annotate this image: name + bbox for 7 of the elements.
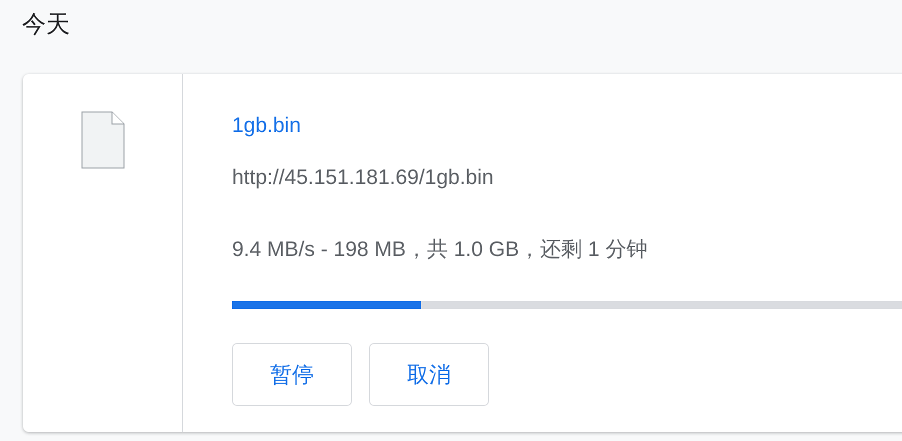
source-url: http://45.151.181.69/1gb.bin (232, 165, 494, 191)
cancel-button[interactable]: 取消 (369, 343, 489, 406)
download-status: 9.4 MB/s - 198 MB，共 1.0 GB，还剩 1 分钟 (232, 237, 648, 263)
file-name-link[interactable]: 1gb.bin (232, 110, 301, 142)
pause-button[interactable]: 暂停 (232, 343, 352, 406)
section-title: 今天 (22, 10, 71, 40)
file-icon (80, 111, 124, 169)
